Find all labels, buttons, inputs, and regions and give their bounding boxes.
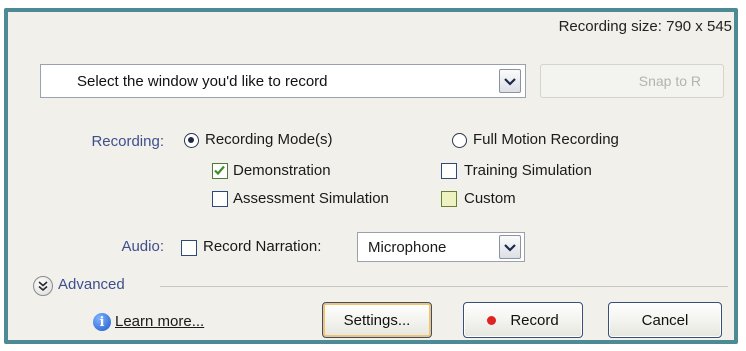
chevron-down-icon[interactable] (499, 235, 521, 259)
cancel-button-label: Cancel (641, 311, 689, 329)
settings-button-label: Settings... (343, 311, 411, 329)
learn-more-link[interactable]: Learn more... (115, 313, 204, 330)
advanced-divider (160, 286, 728, 287)
demonstration-label: Demonstration (233, 162, 331, 179)
window-select-value: Select the window you'd like to record (77, 73, 328, 90)
demonstration-checkbox[interactable] (212, 163, 228, 179)
snap-to-button[interactable]: Snap to R (540, 64, 724, 98)
dialog-frame (4, 8, 738, 344)
record-button-label: Record (510, 311, 559, 329)
audio-source-dropdown[interactable]: Microphone (357, 232, 525, 262)
record-narration-checkbox[interactable] (181, 240, 197, 256)
full-motion-label: Full Motion Recording (473, 131, 619, 148)
custom-checkbox[interactable] (441, 191, 457, 207)
checkmark-icon (214, 165, 225, 176)
advanced-toggle-label[interactable]: Advanced (58, 276, 125, 293)
custom-label: Custom (464, 190, 516, 207)
radio-selected-dot (188, 137, 194, 143)
recording-mode-radio[interactable] (184, 133, 199, 148)
assessment-simulation-checkbox[interactable] (212, 191, 228, 207)
training-simulation-label: Training Simulation (464, 162, 592, 179)
full-motion-radio[interactable] (452, 133, 467, 148)
settings-button[interactable]: Settings... (322, 302, 432, 338)
recording-label: Recording: (91, 133, 164, 150)
audio-label: Audio: (121, 238, 164, 255)
info-icon[interactable]: i (93, 313, 111, 331)
record-dot-icon (487, 315, 497, 325)
training-simulation-checkbox[interactable] (441, 163, 457, 179)
window-select-dropdown[interactable]: Select the window you'd like to record (40, 64, 526, 98)
record-narration-label: Record Narration: (203, 238, 322, 255)
recording-mode-label: Recording Mode(s) (205, 131, 333, 148)
recording-size-label: Recording size: 790 x 545 (558, 18, 732, 35)
assessment-simulation-label: Assessment Simulation (233, 190, 389, 207)
audio-source-value: Microphone (368, 239, 447, 256)
double-chevron-down-icon[interactable] (33, 276, 53, 296)
record-button[interactable]: Record (463, 302, 583, 338)
cancel-button[interactable]: Cancel (608, 302, 722, 338)
chevron-down-icon[interactable] (499, 69, 521, 93)
